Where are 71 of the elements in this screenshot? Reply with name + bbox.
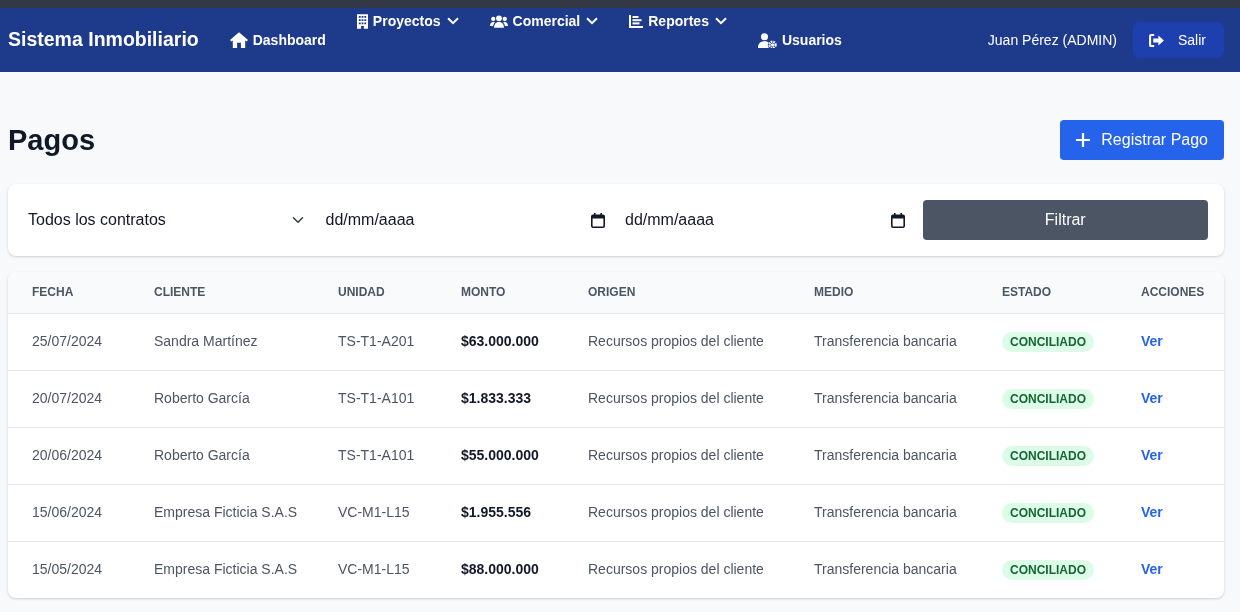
status-badge: CONCILIADO: [1002, 560, 1094, 581]
column-header: FECHA: [8, 272, 130, 313]
status-badge: CONCILIADO: [1002, 389, 1094, 409]
view-link[interactable]: Ver: [1141, 447, 1163, 463]
view-link[interactable]: Ver: [1141, 333, 1163, 349]
table-cell: Roberto García: [130, 370, 314, 427]
amount-cell: $63.000.000: [437, 313, 564, 370]
table-cell: Empresa Ficticia S.A.S: [130, 484, 314, 541]
status-badge: CONCILIADO: [1002, 503, 1094, 523]
filter-button[interactable]: Filtrar: [922, 200, 1208, 240]
table-cell: 15/06/2024: [8, 484, 130, 541]
table-cell: 15/05/2024: [8, 541, 130, 598]
column-header: ESTADO: [978, 272, 1117, 313]
column-header: UNIDAD: [314, 272, 437, 313]
brand-title[interactable]: Sistema Inmobiliario: [8, 25, 199, 55]
calendar-icon[interactable]: [591, 213, 605, 228]
nav-dropdown[interactable]: Comercial: [489, 11, 599, 31]
table-cell: 20/06/2024: [8, 427, 130, 484]
table-cell: Transferencia bancaria: [790, 370, 978, 427]
chevron-down-icon: [586, 17, 599, 25]
view-link[interactable]: Ver: [1141, 390, 1163, 406]
home-icon: [229, 32, 248, 48]
table-cell: Transferencia bancaria: [790, 313, 978, 370]
table-cell: Recursos propios del cliente: [564, 370, 790, 427]
table-cell: Transferencia bancaria: [790, 427, 978, 484]
chevron-down-icon: [714, 17, 727, 25]
table-cell: Roberto García: [130, 427, 314, 484]
view-link[interactable]: Ver: [1141, 504, 1163, 520]
building-icon: [356, 13, 368, 29]
bar-chart-icon: [629, 14, 644, 28]
amount-cell: $1.833.333: [437, 370, 564, 427]
table-cell: 25/07/2024: [8, 313, 130, 370]
status-badge: CONCILIADO: [1002, 332, 1094, 352]
amount-cell: $1.955.556: [437, 484, 564, 541]
nav-dropdown[interactable]: Reportes: [629, 11, 727, 31]
table-cell: TS-T1-A201: [314, 313, 437, 370]
nav-link[interactable]: Dashboard: [229, 30, 326, 50]
logout-button[interactable]: Salir: [1133, 22, 1224, 58]
column-header: MONTO: [437, 272, 564, 313]
users-icon: [489, 14, 508, 28]
status-badge: CONCILIADO: [1002, 446, 1094, 466]
table-cell: Recursos propios del cliente: [564, 541, 790, 598]
column-header: MEDIO: [790, 272, 978, 313]
table-cell: 20/07/2024: [8, 370, 130, 427]
calendar-icon[interactable]: [890, 213, 905, 228]
plus-icon: [1076, 133, 1091, 147]
table-cell: VC-M1-L15: [314, 484, 437, 541]
amount-cell: $88.000.000: [437, 541, 564, 598]
table-cell: TS-T1-A101: [314, 370, 437, 427]
table-cell: Sandra Martínez: [130, 313, 314, 370]
table-cell: Transferencia bancaria: [790, 484, 978, 541]
table-cell: TS-T1-A101: [314, 427, 437, 484]
nav-dropdown[interactable]: Proyectos: [356, 11, 459, 31]
view-link[interactable]: Ver: [1141, 561, 1163, 578]
table-cell: Recursos propios del cliente: [564, 484, 790, 541]
column-header: ORIGEN: [564, 272, 790, 313]
amount-cell: $55.000.000: [437, 427, 564, 484]
table-cell: Transferencia bancaria: [790, 541, 978, 598]
register-payment-button[interactable]: Registrar Pago: [1060, 120, 1224, 160]
table-cell: VC-M1-L15: [314, 541, 437, 598]
column-header: CLIENTE: [130, 272, 314, 313]
column-header: ACCIONES: [1117, 272, 1224, 313]
table-cell: Recursos propios del cliente: [564, 427, 790, 484]
page-title: Pagos: [8, 125, 96, 155]
user-gear-icon: [757, 32, 777, 48]
sign-out-icon: [1149, 33, 1164, 47]
table-cell: Empresa Ficticia S.A.S: [130, 541, 314, 598]
chevron-down-icon: [446, 17, 459, 25]
user-name: Juan Pérez (ADMIN): [987, 30, 1117, 50]
nav-link[interactable]: Usuarios: [757, 30, 842, 50]
table-cell: Recursos propios del cliente: [564, 313, 790, 370]
